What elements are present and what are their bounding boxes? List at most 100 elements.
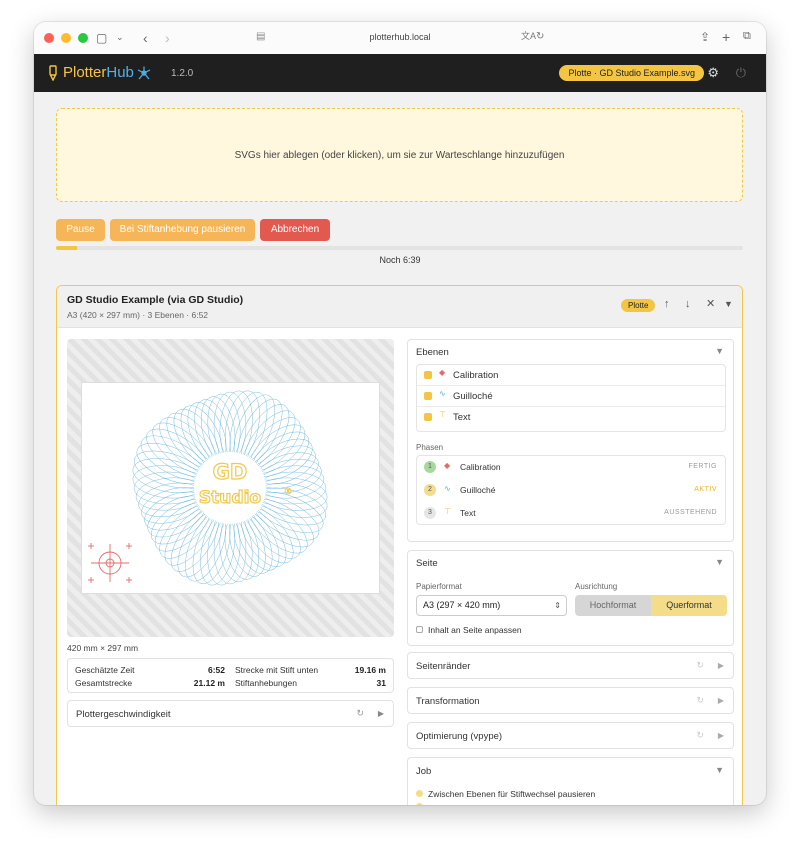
- back-icon[interactable]: ‹: [143, 31, 148, 45]
- text-phase-icon: ⊤: [444, 507, 451, 516]
- guilloche-loop: [133, 471, 203, 505]
- browser-window: ▢ ⌄ ‹ › ▤ plotterhub.local 文A ↻ ⇪ + ⧉ Pl…: [34, 22, 766, 805]
- brand-name-plotter: Plotter: [63, 64, 107, 81]
- page-panel: Seite ▼ Papierformat A3 (297 × 420 mm) ⇕…: [407, 550, 734, 646]
- layer-checkbox[interactable]: [424, 371, 432, 379]
- reset-icon[interactable]: ↻: [696, 696, 704, 705]
- option-toggle[interactable]: [416, 790, 423, 797]
- job-stats: Geschätzte Zeit 6:52 Gesamtstrecke 21.12…: [67, 658, 394, 693]
- phase-number: 3: [424, 507, 436, 519]
- job-card-header[interactable]: GD Studio Example (via GD Studio) A3 (42…: [57, 286, 742, 328]
- guilloche-phase-icon: ∿: [444, 484, 451, 493]
- paper-format-label: Papierformat: [416, 582, 462, 591]
- option-toggle[interactable]: [416, 803, 423, 805]
- phases-label: Phasen: [416, 443, 444, 452]
- portrait-toggle[interactable]: Hochformat: [575, 595, 651, 616]
- share-icon[interactable]: ⇪: [700, 31, 710, 43]
- job-settings-panel: Job ▼ Zwischen Ebenen für Stiftwechsel p…: [407, 757, 734, 805]
- landscape-toggle[interactable]: Querformat: [651, 595, 727, 616]
- new-tab-icon[interactable]: +: [722, 30, 730, 44]
- orientation-label: Ausrichtung: [575, 582, 618, 591]
- cancel-button[interactable]: Abbrechen: [260, 219, 330, 241]
- phase-number: 2: [424, 484, 436, 496]
- fit-to-page-checkbox[interactable]: [416, 626, 423, 633]
- phase-list: 1 ◆ Calibration FERTIG 2 ∿ Guilloché AKT…: [416, 455, 726, 525]
- collapse-layers-icon[interactable]: ▼: [715, 347, 724, 356]
- minimize-window-button[interactable]: [61, 33, 71, 43]
- phase-item: 3 ⊤ Text AUSSTEHEND: [417, 502, 725, 525]
- pause-button[interactable]: Pause: [56, 219, 105, 241]
- time-remaining: Noch 6:39: [379, 255, 421, 265]
- pause-on-lift-button[interactable]: Bei Stiftanhebung pausieren: [110, 219, 255, 241]
- sidebar-toggle-icon[interactable]: ▢: [96, 32, 107, 44]
- chevron-down-icon[interactable]: ⌄: [116, 33, 124, 42]
- total-distance-value: 21.12 m: [193, 678, 225, 688]
- layers-title: Ebenen: [416, 347, 449, 358]
- brand-name-hub: Hub: [106, 64, 134, 81]
- pen-icon: [49, 64, 57, 81]
- preview-logo-studio: Studio: [199, 488, 261, 508]
- phase-item: 1 ◆ Calibration FERTIG: [417, 456, 725, 479]
- pen-lifts-label: Stiftanhebungen: [235, 678, 297, 688]
- plot-progress-bar: [56, 246, 743, 250]
- url-text[interactable]: plotterhub.local: [369, 32, 430, 42]
- margins-section[interactable]: Seitenränder ↻ ▶: [407, 652, 734, 679]
- optimize-section[interactable]: Optimierung (vpype) ↻ ▶: [407, 722, 734, 749]
- phase-name: Text: [460, 508, 476, 518]
- layer-item[interactable]: ⊤ Text: [417, 407, 725, 428]
- reset-icon[interactable]: ↻: [696, 731, 704, 740]
- phase-name: Guilloché: [460, 485, 496, 495]
- move-down-icon[interactable]: ↓: [685, 299, 691, 310]
- collapse-job-settings-icon[interactable]: ▼: [715, 766, 724, 775]
- layer-checkbox[interactable]: [424, 413, 432, 421]
- plotter-speed-label: Plottergeschwindigkeit: [76, 709, 171, 720]
- page-title: Seite: [416, 558, 438, 569]
- transform-title: Transformation: [416, 696, 480, 707]
- layer-item[interactable]: ◆ Calibration: [417, 365, 725, 386]
- phase-status: AKTIV: [694, 486, 717, 493]
- reset-icon[interactable]: ↻: [696, 661, 704, 670]
- expand-icon[interactable]: ▶: [718, 732, 724, 740]
- tabs-overview-icon[interactable]: ⧉: [743, 31, 751, 42]
- plotter-speed-section[interactable]: Plottergeschwindigkeit ↻ ▶: [67, 700, 394, 727]
- expand-icon[interactable]: ▶: [718, 662, 724, 670]
- move-up-icon[interactable]: ↑: [664, 299, 670, 310]
- layer-name: Guilloché: [453, 391, 493, 402]
- paper-format-select[interactable]: A3 (297 × 420 mm) ⇕: [416, 595, 567, 616]
- collapse-job-icon[interactable]: ▼: [724, 300, 733, 309]
- margins-title: Seitenränder: [416, 661, 471, 672]
- est-time-label: Geschätzte Zeit: [75, 665, 135, 675]
- guilloche-layer-icon: ∿: [439, 389, 446, 398]
- layer-item[interactable]: ∿ Guilloché: [417, 386, 725, 407]
- remove-job-icon[interactable]: ✕: [706, 299, 715, 310]
- guilloche-loop: [213, 391, 247, 461]
- layer-checkbox[interactable]: [424, 392, 432, 400]
- optimize-title: Optimierung (vpype): [416, 731, 503, 742]
- phase-status: AUSSTEHEND: [664, 509, 717, 516]
- window-controls: [44, 33, 88, 43]
- power-icon[interactable]: ⏻: [736, 66, 746, 79]
- translate-icon[interactable]: 文A: [521, 32, 536, 41]
- close-window-button[interactable]: [44, 33, 54, 43]
- total-distance-label: Gesamtstrecke: [75, 678, 133, 688]
- text-layer-icon: ⊤: [439, 410, 446, 419]
- zoom-window-button[interactable]: [78, 33, 88, 43]
- preview-logo-gd: GD: [213, 460, 248, 484]
- reset-icon[interactable]: ↻: [356, 709, 364, 718]
- expand-icon[interactable]: ▶: [378, 710, 384, 718]
- svg-dropzone[interactable]: SVGs hier ablegen (oder klicken), um sie…: [56, 108, 743, 202]
- settings-gear-icon[interactable]: ⚙: [707, 66, 719, 79]
- brand-logo[interactable]: Plotter Hub: [48, 64, 152, 81]
- preview-dimensions: 420 mm × 297 mm: [67, 643, 139, 653]
- reload-icon[interactable]: ↻: [536, 32, 544, 42]
- forward-icon[interactable]: ›: [165, 31, 170, 45]
- transform-section[interactable]: Transformation ↻ ▶: [407, 687, 734, 714]
- layer-name: Calibration: [453, 370, 499, 381]
- expand-icon[interactable]: ▶: [718, 697, 724, 705]
- pause-between-layers-label: Zwischen Ebenen für Stiftwechsel pausier…: [428, 789, 596, 799]
- phase-status: FERTIG: [688, 463, 717, 470]
- guilloche-loop: [213, 515, 247, 585]
- collapse-page-icon[interactable]: ▼: [715, 558, 724, 567]
- pen-down-label: Strecke mit Stift unten: [235, 665, 319, 675]
- select-chevron-icon: ⇕: [554, 601, 561, 610]
